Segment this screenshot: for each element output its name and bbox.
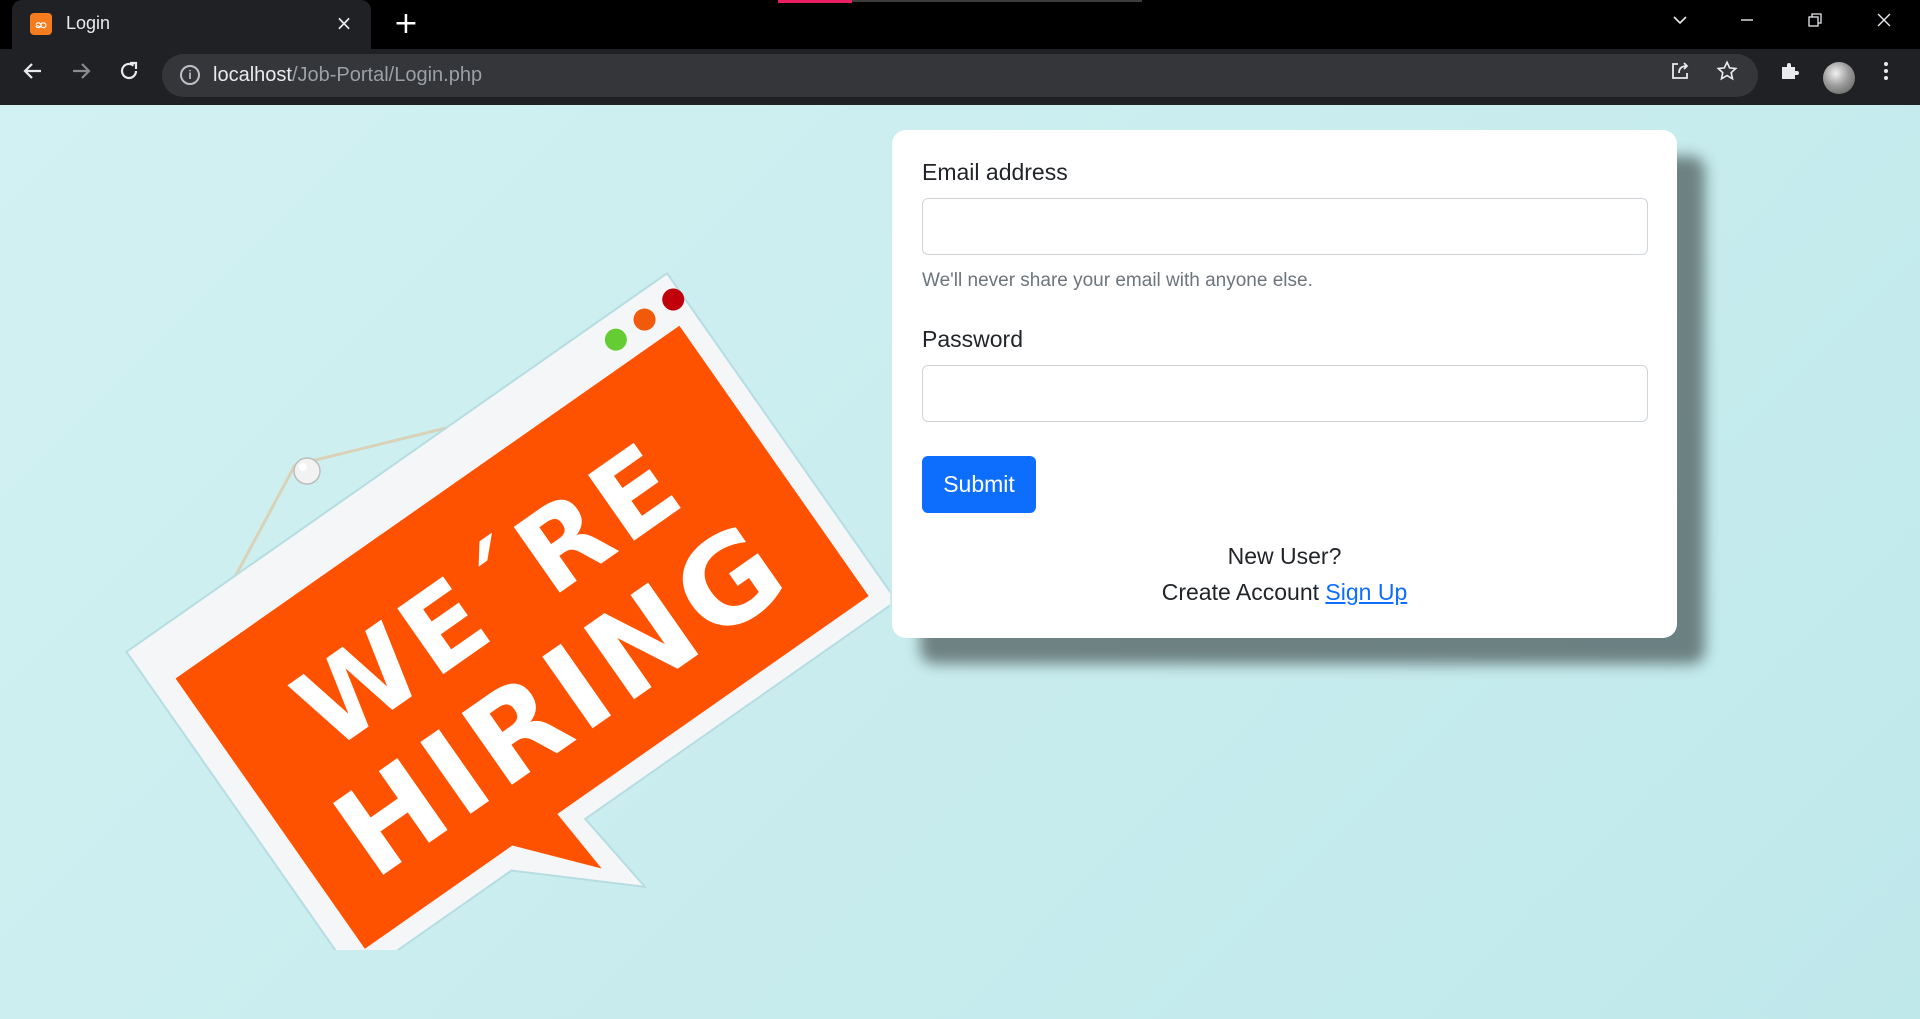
email-help-text: We'll never share your email with anyone…: [922, 270, 1313, 291]
sign-up-link[interactable]: Sign Up: [1325, 579, 1407, 605]
submit-button[interactable]: Submit: [922, 456, 1036, 513]
profile-avatar[interactable]: [1823, 62, 1855, 94]
back-icon[interactable]: [15, 57, 51, 93]
password-label: Password: [922, 326, 1023, 352]
kebab-menu-icon[interactable]: [1868, 57, 1904, 93]
login-card: Email address We'll never share your ema…: [892, 130, 1677, 638]
browser-chrome: ဆ Login × + i localhost/Job-Portal/Login…: [0, 0, 1920, 105]
password-field[interactable]: [922, 365, 1648, 422]
tab-close-icon[interactable]: ×: [331, 10, 357, 36]
create-account-text: Create Account: [1161, 579, 1320, 605]
browser-toolbar: i localhost/Job-Portal/Login.php: [0, 49, 1920, 105]
url-host: localhost: [213, 64, 292, 86]
restore-icon[interactable]: [1797, 6, 1833, 42]
address-bar[interactable]: i localhost/Job-Portal/Login.php: [162, 54, 1758, 97]
bookmark-star-icon[interactable]: [1711, 60, 1743, 92]
new-user-text: New User?: [1227, 543, 1342, 569]
extensions-puzzle-icon[interactable]: [1772, 57, 1808, 93]
tab-strip-accent: [778, 0, 852, 3]
tab-login[interactable]: ဆ Login ×: [12, 0, 371, 49]
xampp-favicon-icon: ဆ: [30, 13, 52, 35]
reload-icon[interactable]: [111, 57, 147, 93]
tab-title: Login: [66, 13, 111, 33]
forward-icon[interactable]: [63, 57, 99, 93]
minimize-icon[interactable]: [1729, 6, 1765, 42]
login-page: WE´RE HIRING Email address We'll never s…: [0, 105, 1920, 1019]
create-account-line: Create Account Sign Up: [892, 579, 1677, 606]
tab-strip: ဆ Login × +: [0, 0, 1920, 49]
email-field[interactable]: [922, 198, 1648, 255]
hiring-sign-illustration: WE´RE HIRING: [125, 271, 890, 950]
url-text[interactable]: localhost/Job-Portal/Login.php: [213, 64, 482, 87]
push-pin-icon: [293, 457, 321, 485]
close-window-icon[interactable]: [1866, 6, 1902, 42]
tab-strip-accent-2: [852, 0, 1142, 2]
tab-search-chevron-icon[interactable]: [1662, 6, 1698, 42]
url-path: /Job-Portal/Login.php: [291, 64, 483, 86]
share-icon[interactable]: [1664, 60, 1696, 92]
site-info-icon[interactable]: i: [180, 65, 200, 85]
email-label: Email address: [922, 159, 1068, 185]
push-pin-highlight: [299, 463, 307, 471]
new-tab-button[interactable]: +: [390, 8, 422, 40]
